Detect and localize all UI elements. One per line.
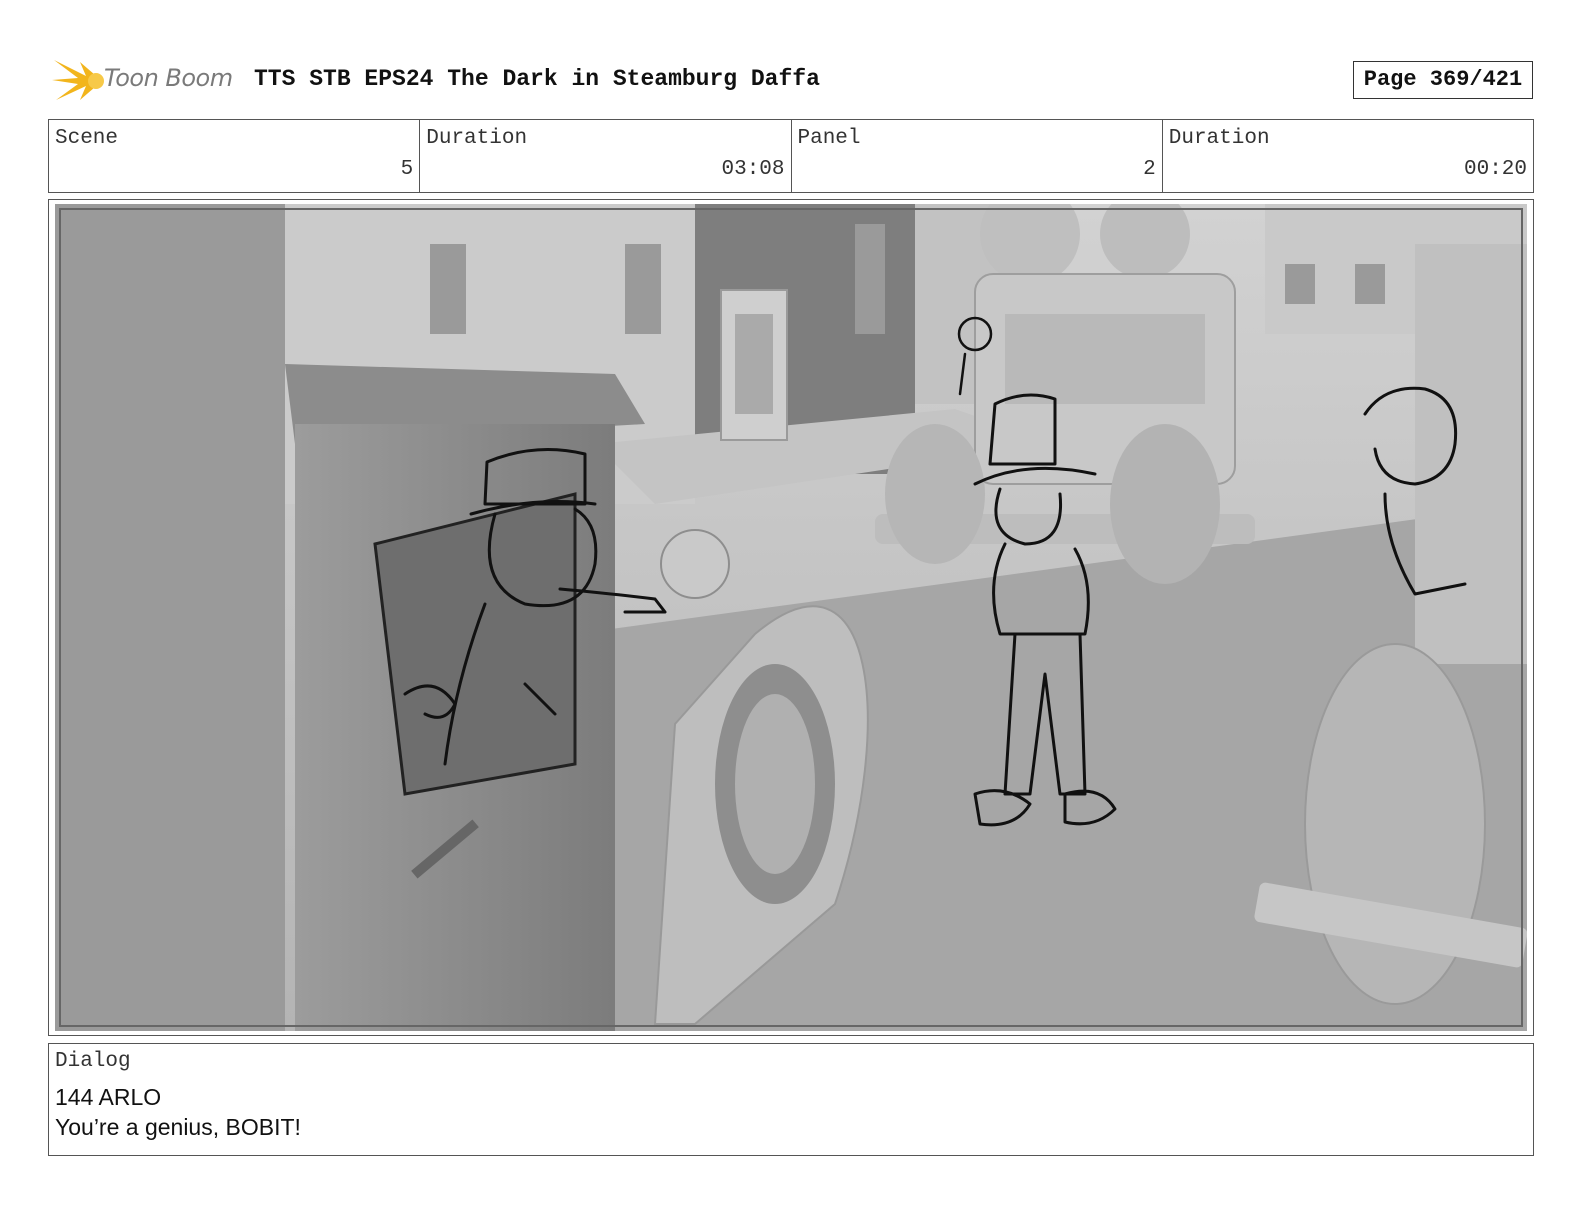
toon-boom-logo: Toon Boom [50,54,240,108]
dialog-label: Dialog [55,1050,131,1073]
panel-duration-cell: Duration 00:20 [1163,120,1533,192]
panel-duration-value: 00:20 [1463,158,1527,181]
panel-value: 2 [1143,158,1156,181]
scene-value: 5 [400,158,414,181]
logo-text: Toon Boom [104,64,233,92]
dialog-speaker: 144 ARLO [55,1084,162,1110]
scene-duration-label: Duration [426,127,528,150]
document-title: TTS STB EPS24 The Dark in Steamburg Daff… [254,66,820,92]
storyboard-drawing [55,204,1527,1031]
panel-cell: Panel 2 [792,120,1163,192]
scene-duration-cell: Duration 03:08 [420,120,792,192]
storyboard-panel [48,199,1534,1036]
panel-duration-label: Duration [1168,127,1270,150]
dialog-box: Dialog 144 ARLO You’re a genius, BOBIT! [48,1043,1534,1156]
star-burst-icon [52,60,104,100]
panel-info-row: Scene 5 Duration 03:08 Panel 2 Duration … [48,119,1534,193]
page-number: Page 369/421 [1353,61,1533,99]
scene-label: Scene [55,127,119,150]
scene-cell: Scene 5 [49,120,421,192]
panel-label: Panel [797,127,861,150]
dialog-text: You’re a genius, BOBIT! [55,1114,301,1140]
scene-duration-value: 03:08 [721,158,785,181]
